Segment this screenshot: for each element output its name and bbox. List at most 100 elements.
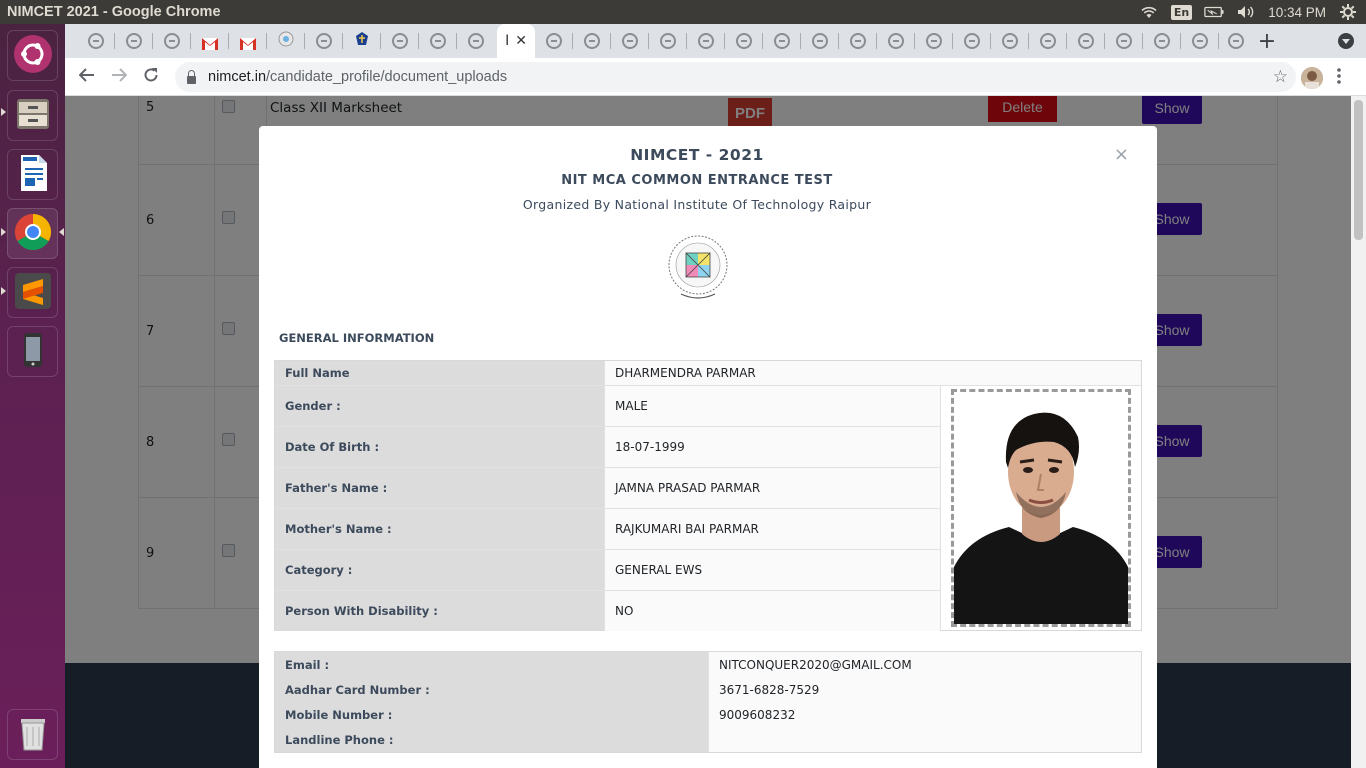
contact-row: Email : NITCONQUER2020@GMAIL.COM	[275, 652, 1141, 677]
browser-tab[interactable]	[343, 24, 381, 58]
site-logo-icon	[278, 31, 294, 51]
modal-title: NIMCET - 2021	[630, 146, 764, 164]
browser-tab[interactable]	[1067, 24, 1105, 58]
profile-avatar[interactable]	[1301, 67, 1323, 89]
arrow-right-icon	[111, 67, 128, 88]
browser-tab[interactable]	[305, 24, 343, 58]
field-value: 3671-6828-7529	[709, 677, 1141, 702]
device-launcher-button[interactable]	[7, 326, 58, 377]
chrome-launcher-button[interactable]	[7, 208, 58, 259]
clock[interactable]: 10:34 PM	[1268, 5, 1326, 20]
new-tab-button[interactable]: +	[1255, 29, 1279, 54]
field-label: Person With Disability :	[275, 591, 605, 631]
browser-tab[interactable]	[77, 24, 115, 58]
browser-tab[interactable]	[1181, 24, 1219, 58]
field-value	[709, 727, 1141, 752]
wifi-icon[interactable]	[1139, 4, 1159, 20]
browser-tab[interactable]	[877, 24, 915, 58]
address-bar[interactable]: nimcet.in/candidate_profile/document_upl…	[175, 62, 1296, 92]
tab-search-button[interactable]	[1338, 33, 1354, 49]
browser-tab[interactable]	[953, 24, 991, 58]
contact-row: Landline Phone :	[275, 727, 1141, 752]
browser-tab[interactable]	[915, 24, 953, 58]
globe-icon	[698, 33, 714, 49]
battery-icon[interactable]	[1204, 4, 1224, 20]
institute-logo-icon	[667, 232, 729, 302]
browser-tab[interactable]	[763, 24, 801, 58]
trash-launcher-button[interactable]	[7, 709, 58, 760]
browser-tab[interactable]	[1217, 24, 1255, 58]
globe-icon	[1228, 33, 1244, 49]
field-label: Gender :	[275, 386, 605, 426]
sublime-text-icon	[13, 271, 53, 315]
field-value: GENERAL EWS	[605, 550, 940, 590]
browser-tab[interactable]	[1105, 24, 1143, 58]
field-label: Mother's Name :	[275, 509, 605, 549]
field-label: Category :	[275, 550, 605, 590]
candidate-profile-modal: × NIMCET - 2021 NIT MCA COMMON ENTRANCE …	[259, 126, 1157, 768]
info-row: Full Name DHARMENDRA PARMAR	[275, 361, 1141, 386]
globe-icon	[622, 33, 638, 49]
browser-tab[interactable]	[419, 24, 457, 58]
globe-icon	[850, 33, 866, 49]
browser-tab[interactable]	[687, 24, 725, 58]
reload-button[interactable]	[139, 65, 163, 89]
info-row: Gender : MALE	[275, 386, 940, 427]
browser-tab[interactable]	[381, 24, 419, 58]
chrome-menu-icon[interactable]	[1337, 68, 1341, 84]
file-cabinet-icon	[13, 94, 53, 138]
forward-button[interactable]	[107, 65, 131, 89]
photo-cell	[940, 386, 1141, 630]
browser-tab-active[interactable]: I ✕	[497, 24, 535, 58]
browser-tab[interactable]	[801, 24, 839, 58]
tab-strip: I ✕ +	[65, 24, 1366, 58]
globe-icon	[812, 33, 828, 49]
globe-icon	[1002, 33, 1018, 49]
globe-icon	[468, 33, 484, 49]
url-text[interactable]: nimcet.in/candidate_profile/document_upl…	[208, 69, 507, 85]
globe-icon	[926, 33, 942, 49]
field-label: Aadhar Card Number :	[275, 677, 709, 702]
keyboard-language-indicator[interactable]: En	[1170, 4, 1193, 20]
settings-gear-icon[interactable]	[1338, 4, 1358, 20]
candidate-photo	[951, 389, 1131, 627]
browser-tab[interactable]	[573, 24, 611, 58]
browser-tab[interactable]	[1029, 24, 1067, 58]
browser-tab[interactable]	[611, 24, 649, 58]
lock-icon[interactable]	[187, 69, 196, 84]
browser-tab[interactable]	[115, 24, 153, 58]
running-indicator	[1, 108, 6, 116]
field-label: Landline Phone :	[275, 727, 709, 752]
globe-icon	[888, 33, 904, 49]
browser-tab[interactable]	[839, 24, 877, 58]
browser-tab[interactable]	[457, 24, 495, 58]
globe-icon	[660, 33, 676, 49]
ubuntu-dash-button[interactable]	[7, 30, 58, 81]
globe-icon	[316, 33, 332, 49]
browser-tab[interactable]	[229, 24, 267, 58]
browser-tab[interactable]	[649, 24, 687, 58]
back-button[interactable]	[75, 65, 99, 89]
writer-launcher-button[interactable]	[7, 149, 58, 200]
reload-icon	[143, 67, 159, 88]
scrollbar-thumb[interactable]	[1354, 100, 1363, 240]
running-indicator	[1, 228, 6, 236]
volume-icon[interactable]	[1236, 4, 1256, 20]
close-tab-icon[interactable]: ✕	[515, 33, 527, 49]
browser-tab[interactable]	[535, 24, 573, 58]
emblem-icon	[354, 31, 370, 51]
bookmark-star-icon[interactable]: ☆	[1273, 67, 1288, 87]
browser-tab[interactable]	[191, 24, 229, 58]
browser-tab[interactable]	[1143, 24, 1181, 58]
globe-icon	[546, 33, 562, 49]
trash-icon	[13, 713, 53, 757]
browser-tab[interactable]	[991, 24, 1029, 58]
browser-tab[interactable]	[267, 24, 305, 58]
browser-toolbar: nimcet.in/candidate_profile/document_upl…	[65, 58, 1366, 96]
browser-tab[interactable]	[725, 24, 763, 58]
field-value: NO	[605, 591, 940, 631]
page-scrollbar[interactable]	[1351, 96, 1366, 768]
browser-tab[interactable]	[153, 24, 191, 58]
sublime-launcher-button[interactable]	[7, 267, 58, 318]
files-launcher-button[interactable]	[7, 90, 58, 141]
